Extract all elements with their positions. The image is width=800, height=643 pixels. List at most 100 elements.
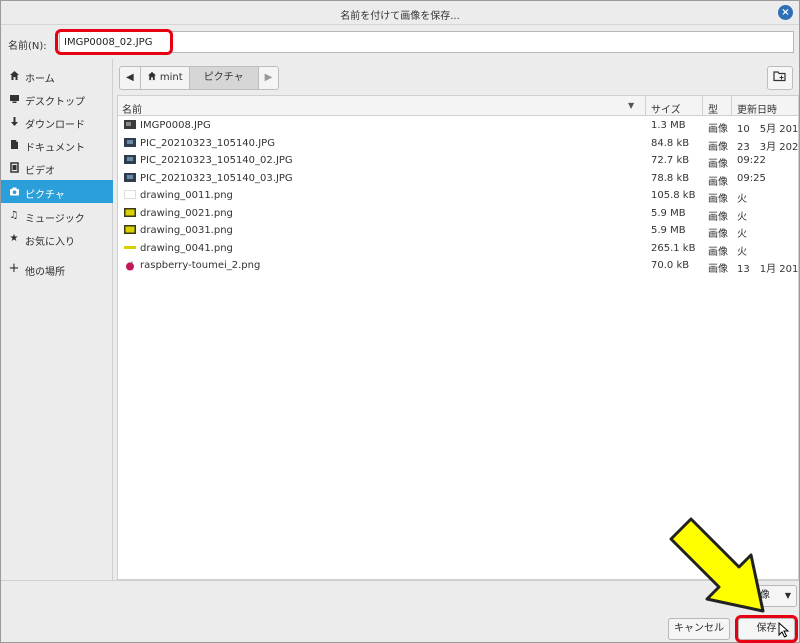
filename-input[interactable] [59, 31, 794, 53]
file-modified: 09:22 [737, 155, 766, 166]
file-type: 画像 [708, 141, 728, 153]
column-header-name[interactable]: 名前 [122, 101, 142, 116]
file-size: 72.7 kB [651, 155, 690, 166]
document-icon [8, 139, 20, 151]
file-row[interactable]: PIC_20210323_105140.JPG 84.8 kB 画像 23 3月… [118, 135, 798, 153]
star-icon: ★ [9, 233, 19, 244]
file-name: drawing_0031.png [140, 225, 233, 236]
drawing-thumbnail-icon [124, 243, 136, 252]
path-segment-pictures[interactable]: ピクチャ [189, 67, 259, 89]
column-header-type[interactable]: 型 [708, 101, 718, 116]
file-modified: 火 [737, 229, 747, 240]
file-name: IMGP0008.JPG [140, 120, 211, 131]
drawing-thumbnail-icon [124, 225, 136, 234]
file-row[interactable]: drawing_0011.png 105.8 kB 画像 火 [118, 187, 798, 205]
sidebar-item-label: デスクトップ [25, 97, 85, 108]
close-button[interactable]: × [778, 5, 793, 20]
file-size: 84.8 kB [651, 137, 690, 149]
save-image-dialog: 名前を付けて画像を保存... × 名前(N): ホーム デスクトップ ダウンロー… [0, 0, 800, 643]
path-back-button[interactable]: ◀ [120, 67, 141, 89]
raspberry-thumbnail-icon [124, 260, 136, 271]
file-type: 画像 [708, 246, 728, 258]
save-button[interactable]: 保存 [738, 618, 795, 640]
sidebar-item-music[interactable]: ♫ ミュージック [1, 204, 113, 227]
sidebar-item-label: お気に入り [25, 237, 75, 248]
column-divider [731, 96, 732, 116]
file-size: 265.1 kB [651, 242, 696, 254]
file-row[interactable]: drawing_0031.png 5.9 MB 画像 火 [118, 222, 798, 240]
file-size: 70.0 kB [651, 260, 690, 271]
download-icon [8, 116, 20, 128]
file-type: 画像 [708, 229, 728, 240]
path-segment-label: ピクチャ [203, 72, 244, 83]
sort-descending-icon: ▼ [628, 101, 635, 110]
sidebar-item-desktop[interactable]: デスクトップ [1, 87, 113, 110]
file-name: raspberry-toumei_2.png [140, 260, 261, 271]
file-modified: 火 [737, 211, 747, 223]
file-row[interactable]: drawing_0041.png 265.1 kB 画像 火 [118, 240, 798, 258]
sidebar-item-documents[interactable]: ドキュメント [1, 133, 113, 156]
video-icon [8, 162, 20, 174]
file-name: PIC_20210323_105140_03.JPG [140, 172, 293, 184]
sidebar-item-favorites[interactable]: ★ お気に入り [1, 227, 113, 250]
new-folder-icon [773, 71, 787, 85]
column-header-size[interactable]: サイズ [651, 101, 681, 116]
sidebar-item-label: ミュージック [25, 214, 85, 225]
file-type-filter-dropdown[interactable]: 画像 ▼ [743, 585, 797, 607]
file-name: drawing_0041.png [140, 242, 233, 254]
file-type: 画像 [708, 211, 728, 223]
file-modified: 09:25 [737, 172, 766, 184]
cancel-button[interactable]: キャンセル [668, 618, 730, 640]
close-icon: × [781, 7, 790, 18]
file-size: 1.3 MB [651, 120, 686, 131]
file-modified: 火 [737, 194, 747, 205]
path-segment-label: mint [159, 72, 183, 83]
file-type: 画像 [708, 176, 728, 188]
sidebar-item-label: ダウンロード [25, 120, 85, 131]
file-type: 画像 [708, 194, 728, 205]
sidebar-item-other-locations[interactable]: + 他の場所 [1, 257, 113, 280]
file-row[interactable]: raspberry-toumei_2.png 70.0 kB 画像 13 1月 … [118, 257, 799, 275]
home-icon [8, 70, 20, 82]
file-modified: 10 5月 2015 [737, 124, 799, 135]
sidebar-item-downloads[interactable]: ダウンロード [1, 110, 113, 133]
chevron-right-icon: ▶ [264, 72, 273, 83]
sidebar-item-home[interactable]: ホーム [1, 64, 113, 87]
photo-thumbnail-icon [124, 155, 136, 164]
file-row[interactable]: drawing_0021.png 5.9 MB 画像 火 [118, 205, 798, 223]
filter-value: 画像 [750, 590, 770, 601]
file-modified: 火 [737, 246, 747, 258]
file-size: 5.9 MB [651, 207, 686, 219]
file-name: drawing_0021.png [140, 207, 233, 219]
new-folder-button[interactable] [767, 66, 793, 90]
file-type: 画像 [708, 264, 728, 275]
column-header-modified[interactable]: 更新日時 [737, 101, 777, 116]
file-name: PIC_20210323_105140.JPG [140, 137, 275, 149]
path-forward-button[interactable]: ▶ [259, 67, 279, 89]
photo-thumbnail-icon [124, 137, 136, 147]
file-browser: ◀ mint ピクチャ ▶ 名前 ▼ サイズ 型 更新日時 IMGP0008.J… [114, 59, 799, 580]
photo-thumbnail-icon [124, 120, 136, 129]
photo-thumbnail-icon [124, 172, 136, 182]
column-divider [702, 96, 703, 116]
file-row[interactable]: PIC_20210323_105140_03.JPG 78.8 kB 画像 09… [118, 170, 798, 188]
file-type: 画像 [708, 159, 728, 170]
name-row: 名前(N): [1, 25, 799, 59]
file-name: drawing_0011.png [140, 190, 233, 201]
file-name: PIC_20210323_105140_02.JPG [140, 155, 293, 166]
sidebar-item-pictures[interactable]: ピクチャ [1, 180, 113, 203]
file-row[interactable]: IMGP0008.JPG 1.3 MB 画像 10 5月 2015 [118, 117, 799, 135]
chevron-down-icon: ▼ [784, 591, 791, 600]
name-label: 名前(N): [8, 41, 47, 52]
sidebar-item-label: ピクチャ [25, 190, 65, 201]
file-size: 105.8 kB [651, 190, 696, 201]
sidebar-item-label: ビデオ [25, 166, 55, 177]
path-segment-home[interactable]: mint [141, 67, 190, 89]
camera-icon [8, 186, 20, 198]
home-icon [147, 71, 160, 83]
music-icon: ♫ [9, 210, 19, 221]
places-sidebar: ホーム デスクトップ ダウンロード ドキュメント ビデオ ピクチャ ♫ ミュージ… [1, 59, 113, 580]
file-row[interactable]: PIC_20210323_105140_02.JPG 72.7 kB 画像 09… [118, 152, 798, 170]
sidebar-item-videos[interactable]: ビデオ [1, 156, 113, 179]
file-modified: 13 1月 2016 [737, 264, 799, 275]
